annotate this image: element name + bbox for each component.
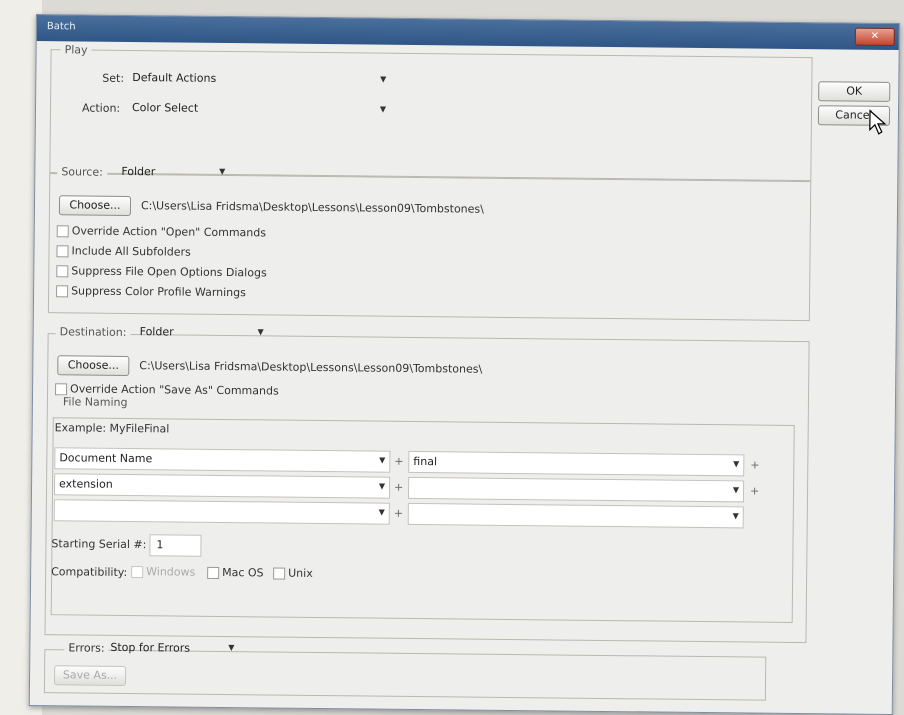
dialog-content: Play Set: Default Actions ▼ Action: Colo… xyxy=(36,43,893,708)
play-legend: Play xyxy=(60,43,92,57)
ok-button[interactable]: OK xyxy=(818,81,891,102)
file-naming-example: Example: MyFileFinal xyxy=(54,421,170,436)
chevron-down-icon: ▼ xyxy=(219,166,226,176)
naming-field-3-right[interactable]: ▼ xyxy=(407,502,744,529)
action-dropdown[interactable]: Color Select ▼ xyxy=(128,98,390,121)
plus-sign: + xyxy=(394,454,404,468)
checkbox-box xyxy=(55,383,68,396)
chevron-down-icon: ▼ xyxy=(379,104,387,114)
source-label: Source: xyxy=(57,165,107,179)
naming-field-1-right-value: final xyxy=(413,454,438,469)
destination-value: Folder xyxy=(139,325,174,339)
set-label: Set: xyxy=(102,71,125,85)
plus-sign: + xyxy=(750,458,760,472)
checkbox-box xyxy=(207,566,220,579)
chevron-down-icon: ▼ xyxy=(378,507,385,517)
chevron-down-icon: ▼ xyxy=(733,459,740,469)
plus-sign: + xyxy=(749,484,760,498)
compat-windows-label: Windows xyxy=(146,565,196,579)
naming-field-2-left-value: extension xyxy=(59,477,113,491)
chevron-down-icon: ▼ xyxy=(228,643,235,653)
naming-field-1-left[interactable]: Document Name ▼ xyxy=(54,447,391,473)
source-value: Folder xyxy=(121,164,156,179)
source-dropdown[interactable]: Folder ▼ xyxy=(117,162,229,183)
chevron-down-icon: ▼ xyxy=(732,485,740,495)
checkbox-box xyxy=(56,265,69,278)
suppress-profile-warnings-label: Suppress Color Profile Warnings xyxy=(71,284,246,300)
naming-field-1-right[interactable]: final ▼ xyxy=(408,450,745,477)
save-as-button[interactable]: Save As... xyxy=(53,665,127,686)
action-value: Color Select xyxy=(131,101,199,115)
naming-field-1-left-value: Document Name xyxy=(59,451,153,466)
chevron-down-icon: ▼ xyxy=(732,511,739,521)
action-label: Action: xyxy=(81,101,121,115)
close-icon: ✕ xyxy=(870,30,880,42)
errors-value: Stop for Errors xyxy=(110,640,191,655)
compat-unix-label: Unix xyxy=(288,566,313,580)
set-value: Default Actions xyxy=(132,71,217,85)
override-open-label: Override Action "Open" Commands xyxy=(71,224,267,240)
serial-label: Starting Serial #: xyxy=(51,537,147,552)
errors-label: Errors: xyxy=(64,641,109,655)
window-title: Batch xyxy=(46,21,76,33)
mouse-cursor-icon xyxy=(869,109,887,135)
include-subfolders-label: Include All Subfolders xyxy=(71,244,191,259)
naming-field-3-left[interactable]: ▼ xyxy=(53,499,390,525)
naming-field-2-left[interactable]: extension ▼ xyxy=(53,473,391,499)
chevron-down-icon: ▼ xyxy=(379,455,386,465)
compatibility-label: Compatibility: xyxy=(51,565,128,579)
batch-dialog: Batch ✕ Play Set: Default Actions ▼ Acti… xyxy=(28,14,900,715)
compat-mac-label: Mac OS xyxy=(222,565,264,580)
naming-field-2-right[interactable]: ▼ xyxy=(407,476,745,503)
serial-input[interactable]: 1 xyxy=(149,534,202,557)
plus-sign: + xyxy=(393,480,404,494)
source-choose-button[interactable]: Choose... xyxy=(58,195,132,217)
file-naming-legend: File Naming xyxy=(58,395,132,410)
checkbox-box xyxy=(56,245,69,258)
checkbox-box xyxy=(56,285,69,298)
chevron-down-icon: ▼ xyxy=(380,74,387,84)
close-button[interactable]: ✕ xyxy=(854,27,895,46)
errors-dropdown[interactable]: Stop for Errors ▼ xyxy=(106,638,238,659)
checkbox-box xyxy=(273,567,286,580)
destination-dropdown[interactable]: Folder ▼ xyxy=(136,322,268,343)
checkbox-box xyxy=(56,225,69,238)
checkbox-box xyxy=(131,566,144,579)
destination-choose-button[interactable]: Choose... xyxy=(57,355,130,376)
chevron-down-icon: ▼ xyxy=(378,481,386,491)
set-dropdown[interactable]: Default Actions ▼ xyxy=(128,68,390,91)
serial-value: 1 xyxy=(156,538,164,552)
suppress-open-dialogs-label: Suppress File Open Options Dialogs xyxy=(71,264,267,280)
chevron-down-icon: ▼ xyxy=(257,327,264,337)
plus-sign: + xyxy=(393,506,404,520)
destination-label: Destination: xyxy=(55,325,131,340)
